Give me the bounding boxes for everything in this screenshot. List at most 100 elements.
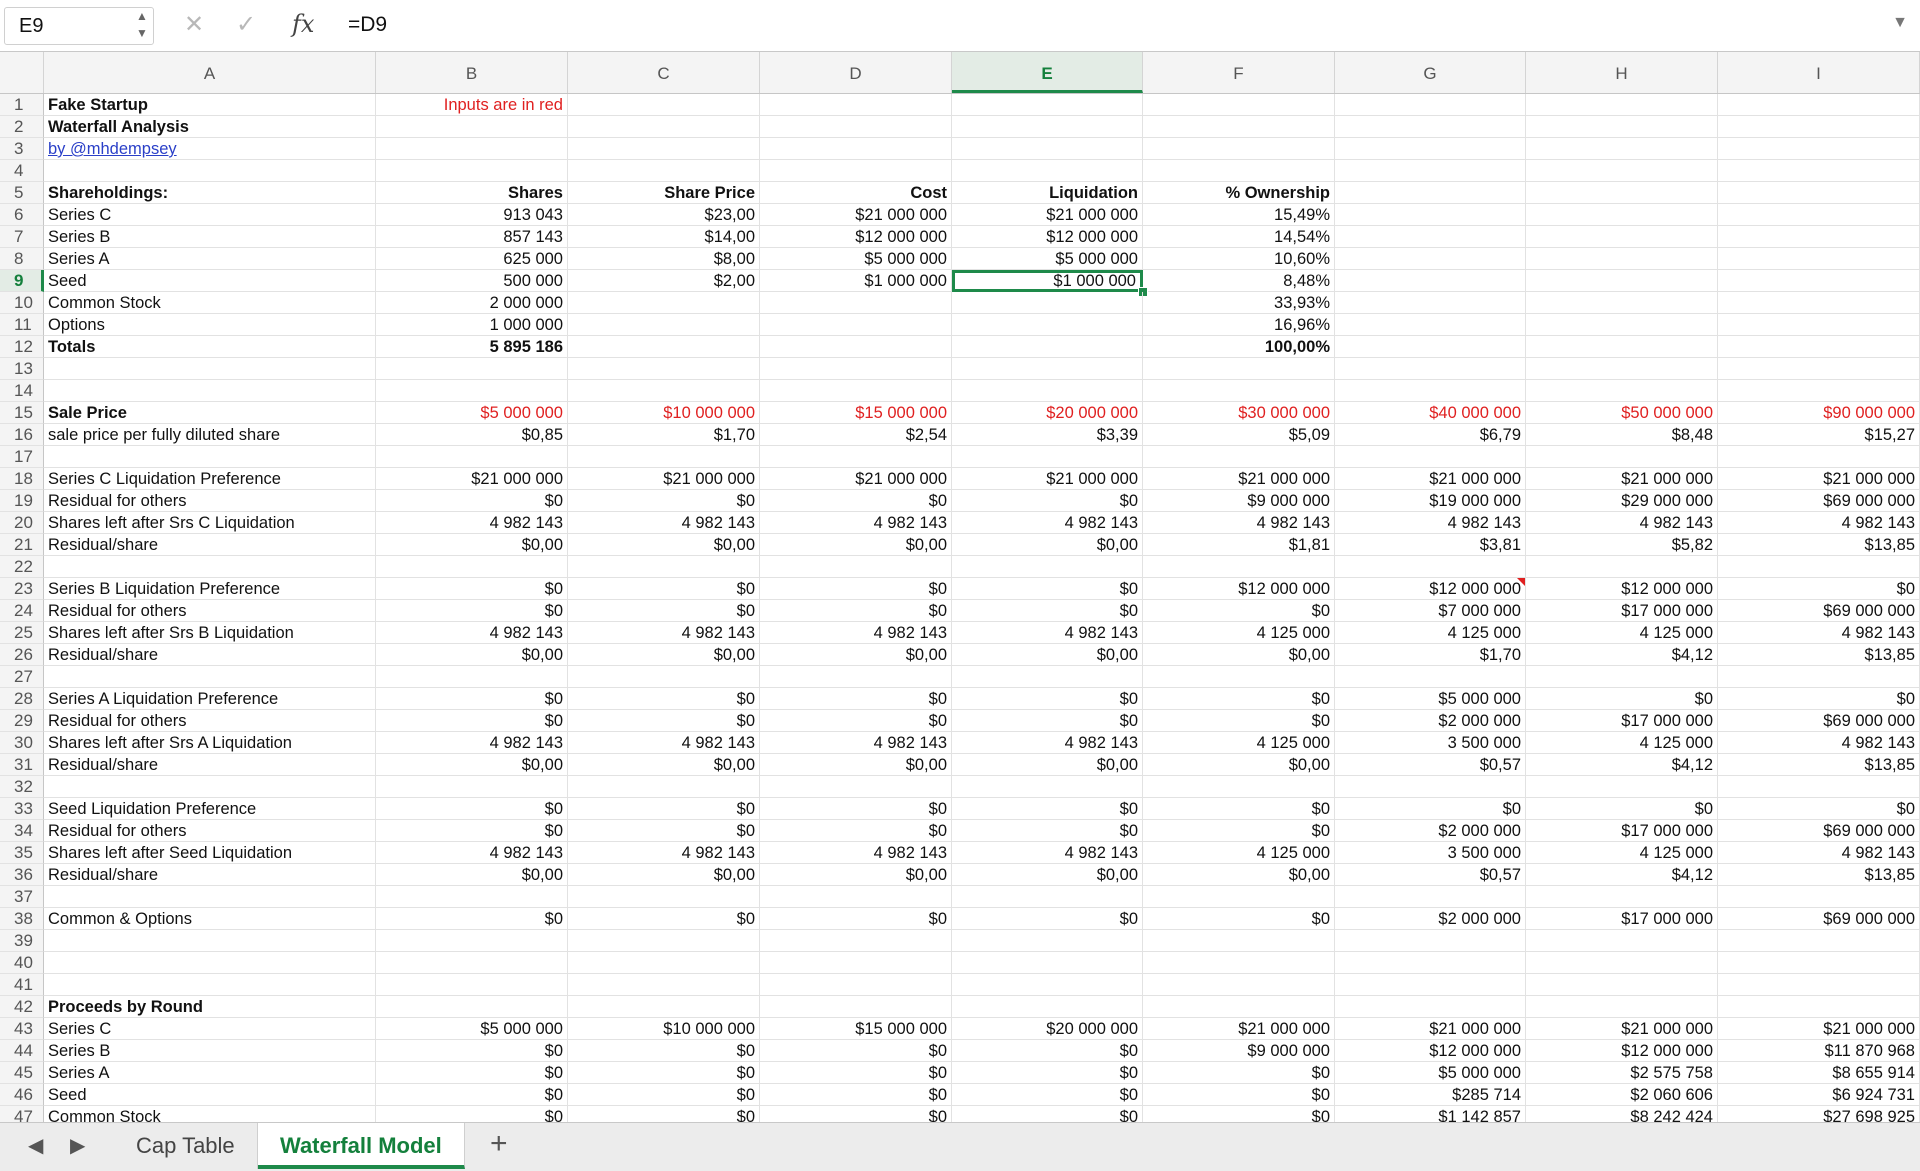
cell-f21[interactable]: $1,81	[1143, 534, 1335, 556]
column-header-e[interactable]: E	[952, 52, 1143, 93]
column-header-g[interactable]: G	[1335, 52, 1526, 93]
cell-g15[interactable]: $40 000 000	[1335, 402, 1526, 424]
cell-e11[interactable]	[952, 314, 1143, 336]
cell-f33[interactable]: $0	[1143, 798, 1335, 820]
cell-c42[interactable]	[568, 996, 760, 1018]
cell-c32[interactable]	[568, 776, 760, 798]
cell-h24[interactable]: $17 000 000	[1526, 600, 1718, 622]
cell-f39[interactable]	[1143, 930, 1335, 952]
cell-d47[interactable]: $0	[760, 1106, 952, 1122]
cell-d2[interactable]	[760, 116, 952, 138]
cell-d18[interactable]: $21 000 000	[760, 468, 952, 490]
cell-b29[interactable]: $0	[376, 710, 568, 732]
cell-f29[interactable]: $0	[1143, 710, 1335, 732]
cell-d19[interactable]: $0	[760, 490, 952, 512]
cell-h35[interactable]: 4 125 000	[1526, 842, 1718, 864]
cell-h11[interactable]	[1526, 314, 1718, 336]
cell-b42[interactable]	[376, 996, 568, 1018]
cell-d27[interactable]	[760, 666, 952, 688]
cell-g6[interactable]	[1335, 204, 1526, 226]
cell-i7[interactable]	[1718, 226, 1920, 248]
cell-a28[interactable]: Series A Liquidation Preference	[44, 688, 376, 710]
row-header[interactable]: 38	[0, 908, 44, 930]
cell-g37[interactable]	[1335, 886, 1526, 908]
row-header[interactable]: 45	[0, 1062, 44, 1084]
cell-b8[interactable]: 625 000	[376, 248, 568, 270]
tab-cap-table[interactable]: Cap Table	[114, 1123, 258, 1169]
cell-d17[interactable]	[760, 446, 952, 468]
cell-i35[interactable]: 4 982 143	[1718, 842, 1920, 864]
cell-f8[interactable]: 10,60%	[1143, 248, 1335, 270]
cell-g23[interactable]: $12 000 000	[1335, 578, 1526, 600]
column-header-i[interactable]: I	[1718, 52, 1920, 93]
cell-h1[interactable]	[1526, 94, 1718, 116]
cell-a44[interactable]: Series B	[44, 1040, 376, 1062]
cell-e2[interactable]	[952, 116, 1143, 138]
cell-c47[interactable]: $0	[568, 1106, 760, 1122]
cell-e18[interactable]: $21 000 000	[952, 468, 1143, 490]
cell-d9[interactable]: $1 000 000	[760, 270, 952, 292]
cell-c20[interactable]: 4 982 143	[568, 512, 760, 534]
cell-b10[interactable]: 2 000 000	[376, 292, 568, 314]
cell-i2[interactable]	[1718, 116, 1920, 138]
cell-c37[interactable]	[568, 886, 760, 908]
cell-c22[interactable]	[568, 556, 760, 578]
cell-g26[interactable]: $1,70	[1335, 644, 1526, 666]
cell-h43[interactable]: $21 000 000	[1526, 1018, 1718, 1040]
cell-d28[interactable]: $0	[760, 688, 952, 710]
cell-f42[interactable]	[1143, 996, 1335, 1018]
cell-f5[interactable]: % Ownership	[1143, 182, 1335, 204]
cell-e23[interactable]: $0	[952, 578, 1143, 600]
cell-c17[interactable]	[568, 446, 760, 468]
cell-i20[interactable]: 4 982 143	[1718, 512, 1920, 534]
cell-b23[interactable]: $0	[376, 578, 568, 600]
cell-a24[interactable]: Residual for others	[44, 600, 376, 622]
row-header[interactable]: 33	[0, 798, 44, 820]
cell-a9[interactable]: Seed	[44, 270, 376, 292]
cell-b15[interactable]: $5 000 000	[376, 402, 568, 424]
row-header[interactable]: 23	[0, 578, 44, 600]
cell-c12[interactable]	[568, 336, 760, 358]
cell-a18[interactable]: Series C Liquidation Preference	[44, 468, 376, 490]
cell-a3[interactable]: by @mhdempsey	[44, 138, 376, 160]
cell-g3[interactable]	[1335, 138, 1526, 160]
name-box-stepper-icon[interactable]: ▲ ▼	[132, 8, 152, 44]
cell-i26[interactable]: $13,85	[1718, 644, 1920, 666]
chevron-down-icon[interactable]: ▼	[1892, 14, 1908, 32]
cell-e42[interactable]	[952, 996, 1143, 1018]
cell-h27[interactable]	[1526, 666, 1718, 688]
cell-g43[interactable]: $21 000 000	[1335, 1018, 1526, 1040]
cell-g2[interactable]	[1335, 116, 1526, 138]
cell-b28[interactable]: $0	[376, 688, 568, 710]
cell-d34[interactable]: $0	[760, 820, 952, 842]
cell-c21[interactable]: $0,00	[568, 534, 760, 556]
add-sheet-button[interactable]: +	[490, 1127, 508, 1161]
cell-d20[interactable]: 4 982 143	[760, 512, 952, 534]
cell-d5[interactable]: Cost	[760, 182, 952, 204]
row-header[interactable]: 24	[0, 600, 44, 622]
row-header[interactable]: 11	[0, 314, 44, 336]
cell-e22[interactable]	[952, 556, 1143, 578]
cell-g20[interactable]: 4 982 143	[1335, 512, 1526, 534]
cell-f4[interactable]	[1143, 160, 1335, 182]
cell-c36[interactable]: $0,00	[568, 864, 760, 886]
cell-d31[interactable]: $0,00	[760, 754, 952, 776]
cell-g42[interactable]	[1335, 996, 1526, 1018]
row-header[interactable]: 16	[0, 424, 44, 446]
column-header-h[interactable]: H	[1526, 52, 1718, 93]
cell-a22[interactable]	[44, 556, 376, 578]
column-header-c[interactable]: C	[568, 52, 760, 93]
cell-h29[interactable]: $17 000 000	[1526, 710, 1718, 732]
cell-d7[interactable]: $12 000 000	[760, 226, 952, 248]
cell-h32[interactable]	[1526, 776, 1718, 798]
cell-d30[interactable]: 4 982 143	[760, 732, 952, 754]
cell-b35[interactable]: 4 982 143	[376, 842, 568, 864]
cell-h22[interactable]	[1526, 556, 1718, 578]
cell-i11[interactable]	[1718, 314, 1920, 336]
cell-h40[interactable]	[1526, 952, 1718, 974]
row-header[interactable]: 9	[0, 270, 44, 292]
cell-i3[interactable]	[1718, 138, 1920, 160]
cell-b11[interactable]: 1 000 000	[376, 314, 568, 336]
row-header[interactable]: 7	[0, 226, 44, 248]
cell-i10[interactable]	[1718, 292, 1920, 314]
